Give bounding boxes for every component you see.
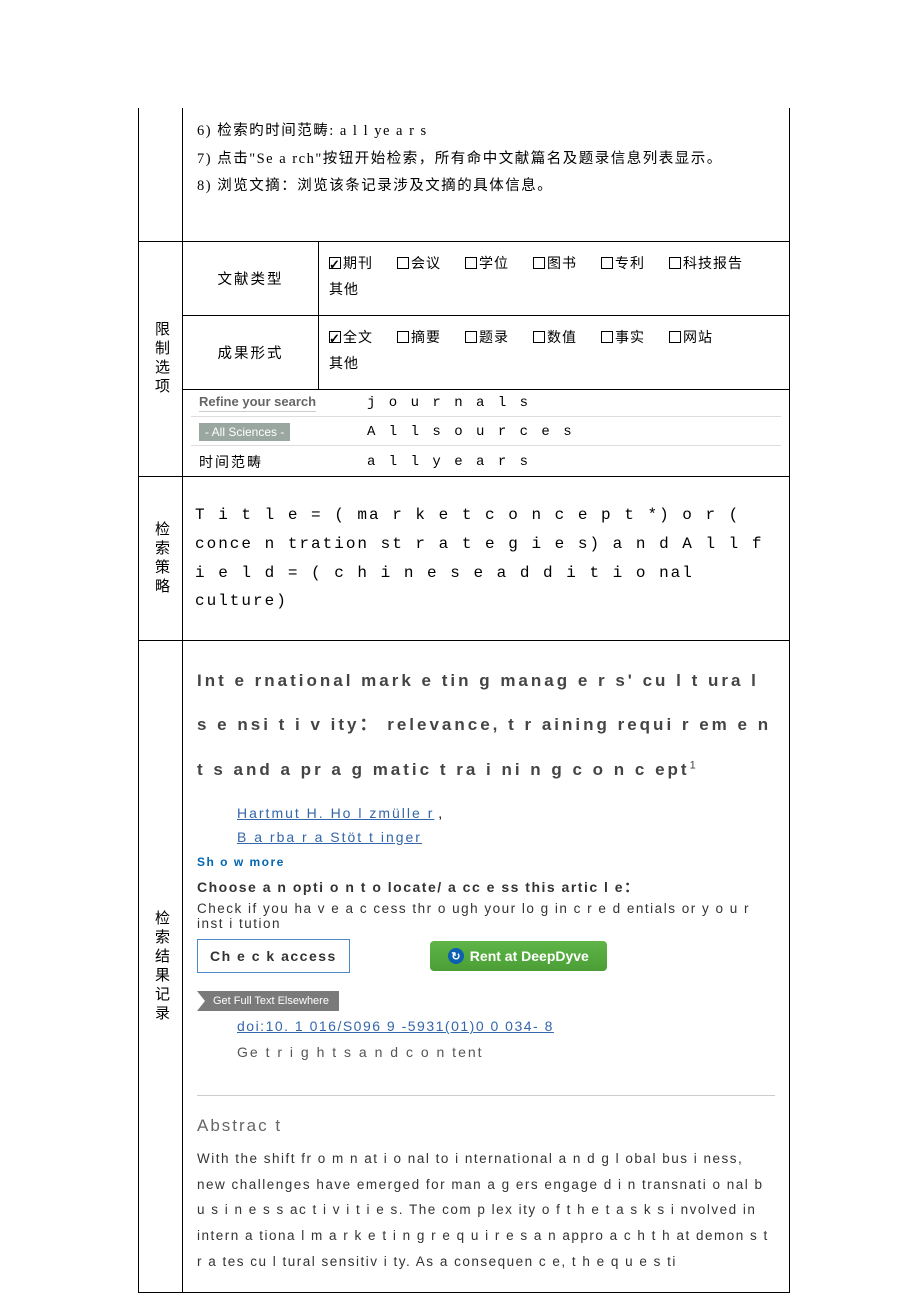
limits-row: 限制选项 文献类型 期刊 会议 学位 图书 专利 科技报告其他 成果形式 全文 摘要 题录 数值…	[139, 241, 789, 476]
checkbox-label: 数值	[547, 331, 577, 346]
checkbox-other: 其他	[329, 283, 359, 298]
doctype-list: 期刊 会议 学位 图书 专利 科技报告其他	[319, 242, 789, 315]
checkbox-icon	[465, 257, 477, 269]
divider	[197, 1095, 775, 1096]
checkbox-label: 全文	[343, 331, 373, 346]
allsci-value: A l l s o u r c e s	[359, 419, 781, 445]
limits-section-label: 限制选项	[139, 242, 183, 476]
checkbox-item[interactable]: 会议	[397, 252, 441, 279]
allsci-label: - All Sciences -	[191, 419, 359, 445]
checkbox-icon	[533, 257, 545, 269]
checkbox-icon	[329, 257, 341, 269]
form-label: 成果形式	[183, 316, 319, 389]
deepdyve-icon: ↻	[448, 948, 464, 964]
doi-link[interactable]: doi:10. 1 016/S096 9 -5931(01)0 0 034- 8	[237, 1018, 554, 1034]
result-content: Int e rnational mark e tin g manag e r s…	[183, 641, 789, 1292]
author-link-1[interactable]: Hartmut H. Ho l zmülle r	[237, 805, 434, 821]
result-section-label: 检索结果记录	[139, 641, 183, 1292]
form-row: 成果形式 全文 摘要 题录 数值 事实 网站其他	[183, 316, 789, 390]
check-access-button[interactable]: Ch e c k access	[197, 939, 350, 973]
rent-deepdyve-button[interactable]: ↻ Rent at DeepDyve	[430, 941, 607, 971]
allsci-row: - All Sciences - A l l s o u r c e s	[191, 419, 781, 446]
checkbox-label: 期刊	[343, 257, 373, 272]
checkbox-item[interactable]: 全文	[329, 326, 373, 353]
rights-link[interactable]: Ge t r i g h t s a n d c o n tent	[237, 1041, 775, 1065]
checkbox-icon	[601, 257, 613, 269]
time-value: a l l y e a r s	[359, 448, 781, 476]
checkbox-icon	[397, 331, 409, 343]
checkbox-item[interactable]: 专利	[601, 252, 645, 279]
title-footnote-sup: 1	[690, 759, 699, 771]
doctype-row: 文献类型 期刊 会议 学位 图书 专利 科技报告其他	[183, 242, 789, 316]
checkbox-label: 学位	[479, 257, 509, 272]
doctype-label: 文献类型	[183, 242, 319, 315]
refine-label: Refine your search	[191, 390, 359, 416]
checkbox-item[interactable]: 期刊	[329, 252, 373, 279]
refine-value: j o u r n a l s	[359, 390, 781, 416]
checkbox-icon	[669, 257, 681, 269]
checkbox-label: 摘要	[411, 331, 441, 346]
result-row: 检索结果记录 Int e rnational mark e tin g mana…	[139, 640, 789, 1292]
checkbox-icon	[329, 331, 341, 343]
checkbox-item[interactable]: 图书	[533, 252, 577, 279]
limits-content: 文献类型 期刊会议学位图书专利科技报告其他 成果形式 全文摘要题录数值事实网站其…	[183, 242, 789, 476]
access-buttons: Ch e c k access ↻ Rent at DeepDyve	[197, 939, 775, 973]
steps-content: 6) 检索旳时间范畴: a l l ye a r s 7) 点击"Se a rc…	[183, 108, 789, 241]
authors-block: Hartmut H. Ho l zmülle r , B a rba r a S…	[197, 802, 775, 850]
strategy-section-label: 检索策略	[139, 477, 183, 640]
show-more-link[interactable]: Sh o w more	[197, 855, 775, 869]
checkbox-item[interactable]: 数值	[533, 326, 577, 353]
checkbox-label: 会议	[411, 257, 441, 272]
checkbox-label: 科技报告	[683, 257, 743, 272]
checkbox-label: 图书	[547, 257, 577, 272]
time-row: 时间范畴 a l l y e a r s	[191, 448, 781, 476]
strategy-row: 检索策略 T i t l e = ( ma r k e t c o n c e …	[139, 476, 789, 640]
checkbox-other: 其他	[329, 357, 359, 372]
abstract-heading: Abstrac t	[197, 1116, 775, 1136]
filter-rows: Refine your search j o u r n a l s - All…	[183, 390, 789, 476]
checkbox-item[interactable]: 题录	[465, 326, 509, 353]
check-access-text: Check if you ha v e a c cess thr o ugh y…	[197, 901, 775, 931]
step-7: 7) 点击"Se a rch"按钮开始检索，所有命中文献篇名及题录信息列表显示。	[197, 146, 775, 174]
author-link-2[interactable]: B a rba r a Stöt t inger	[237, 829, 422, 845]
checkbox-label: 题录	[479, 331, 509, 346]
document-table: 6) 检索旳时间范畴: a l l ye a r s 7) 点击"Se a rc…	[138, 108, 790, 1293]
checkbox-icon	[397, 257, 409, 269]
checkbox-icon	[669, 331, 681, 343]
checkbox-item[interactable]: 网站	[669, 326, 713, 353]
abstract-text: With the shift fr o m n at i o nal to i …	[197, 1146, 775, 1274]
strategy-text: T i t l e = ( ma r k e t c o n c e p t *…	[183, 477, 789, 640]
checkbox-item[interactable]: 摘要	[397, 326, 441, 353]
get-full-text-button[interactable]: Get Full Text Elsewhere	[197, 991, 339, 1011]
checkbox-label: 专利	[615, 257, 645, 272]
checkbox-item[interactable]: 事实	[601, 326, 645, 353]
checkbox-label: 事实	[615, 331, 645, 346]
refine-row: Refine your search j o u r n a l s	[191, 390, 781, 417]
steps-label-empty	[139, 108, 183, 241]
steps-row: 6) 检索旳时间范畴: a l l ye a r s 7) 点击"Se a rc…	[139, 108, 789, 241]
form-list: 全文 摘要 题录 数值 事实 网站其他	[319, 316, 789, 389]
step-8: 8) 浏览文摘：浏览该条记录涉及文摘的具体信息。	[197, 173, 775, 201]
checkbox-icon	[533, 331, 545, 343]
checkbox-icon	[601, 331, 613, 343]
step-6: 6) 检索旳时间范畴: a l l ye a r s	[197, 118, 775, 146]
doi-block: doi:10. 1 016/S096 9 -5931(01)0 0 034- 8…	[197, 1015, 775, 1065]
checkbox-label: 网站	[683, 331, 713, 346]
time-label: 时间范畴	[191, 448, 359, 476]
checkbox-item[interactable]: 科技报告	[669, 252, 743, 279]
checkbox-item[interactable]: 学位	[465, 252, 509, 279]
checkbox-icon	[465, 331, 477, 343]
article-title: Int e rnational mark e tin g manag e r s…	[197, 659, 775, 792]
choose-option-heading: Choose a n opti o n t o locate/ a cc e s…	[197, 877, 775, 897]
